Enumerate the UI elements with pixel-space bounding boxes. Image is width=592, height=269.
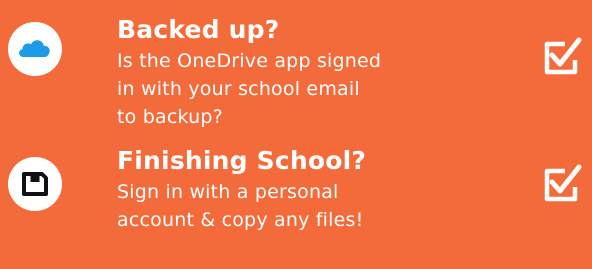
item-description: Sign in with a personal account & copy a… xyxy=(117,181,364,231)
cloud-icon xyxy=(8,22,62,76)
item-description: Is the OneDrive app signed in with your … xyxy=(117,50,382,128)
item-title: Finishing School? xyxy=(117,146,367,175)
item-title: Backed up? xyxy=(117,15,280,44)
checked-box-icon xyxy=(541,36,585,80)
floppy-disk-icon xyxy=(8,157,62,211)
checked-box-icon xyxy=(541,163,585,207)
